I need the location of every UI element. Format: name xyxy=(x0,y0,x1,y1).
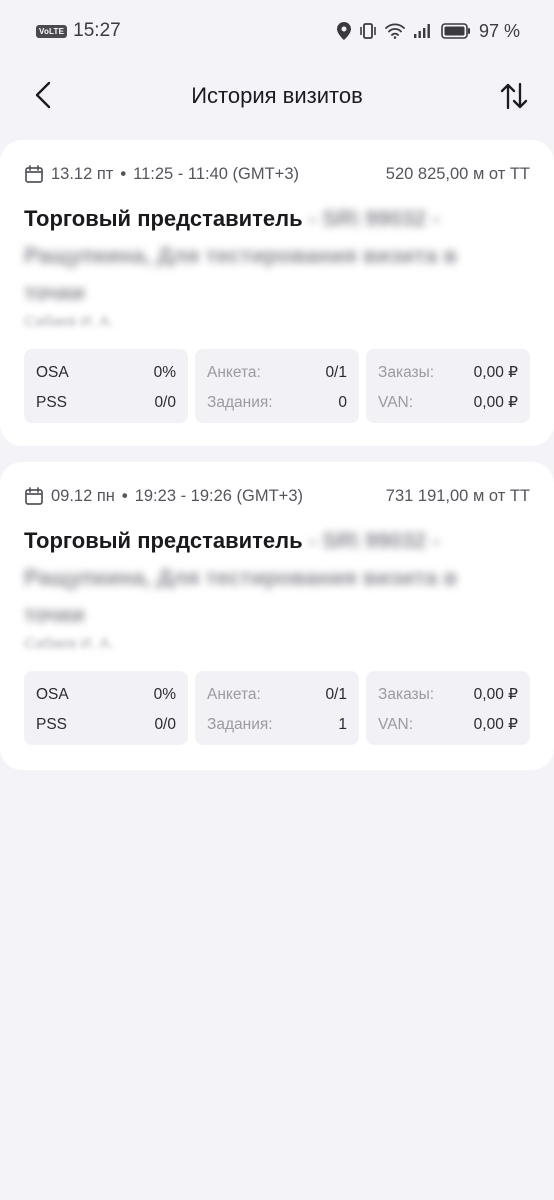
stat-label: PSS xyxy=(36,394,68,411)
stat-value: 0,00 ₽ xyxy=(473,686,518,703)
stat-value: 0/0 xyxy=(154,394,176,411)
visit-title: Торговый представитель - SR\ 99032 - Ращ… xyxy=(24,200,514,311)
back-button[interactable] xyxy=(26,78,60,112)
vibrate-icon xyxy=(359,22,377,40)
visit-card[interactable]: 09.12 пн • 19:23 - 19:26 (GMT+3) 731 191… xyxy=(0,462,554,770)
stat-label: Анкета: xyxy=(207,686,261,703)
stat-label: VAN: xyxy=(378,394,414,411)
status-bar: VoLTE 15:27 97 % xyxy=(0,0,554,62)
app-header: История визитов xyxy=(0,62,554,130)
stat-row-pss: PSS 0/0 xyxy=(36,388,176,418)
visit-card[interactable]: 13.12 пт • 11:25 - 11:40 (GMT+3) 520 825… xyxy=(0,140,554,446)
calendar-icon xyxy=(25,487,43,505)
visit-date-line: 09.12 пн • 19:23 - 19:26 (GMT+3) xyxy=(24,486,303,506)
calendar-icon xyxy=(25,165,43,183)
visit-agent-blurred: Сабаев И. А. xyxy=(24,635,114,652)
stat-row-osa: OSA 0% xyxy=(36,358,176,388)
stat-row-anketa: Анкета: 0/1 xyxy=(207,358,347,388)
battery-percent: 97 % xyxy=(478,20,520,41)
stat-value: 0,00 ₽ xyxy=(473,364,518,381)
stat-row-van: VAN: 0,00 ₽ xyxy=(378,710,518,740)
separator-dot: • xyxy=(120,164,127,183)
separator-dot: • xyxy=(121,486,128,505)
stat-row-zadaniya: Задания: 1 xyxy=(207,710,347,740)
stat-box-anketa-zadaniya: Анкета: 0/1 Задания: 0 xyxy=(195,349,359,423)
visit-role: Торговый представитель xyxy=(24,206,303,231)
stat-value: 0,00 ₽ xyxy=(473,394,518,411)
stat-value: 1 xyxy=(338,716,347,733)
chevron-left-icon xyxy=(35,81,51,109)
wifi-icon xyxy=(385,23,405,39)
stat-label: Заказы: xyxy=(378,686,435,703)
visit-time-range: 19:23 - 19:26 (GMT+3) xyxy=(134,486,303,505)
signal-icon xyxy=(413,23,433,39)
stat-row-zakazy: Заказы: 0,00 ₽ xyxy=(378,680,518,710)
stat-value: 0,00 ₽ xyxy=(473,716,518,733)
visit-agent-blurred: Сабаев И. А. xyxy=(24,313,114,330)
visit-distance: 520 825,00 м от ТТ xyxy=(385,164,530,183)
stat-label: Заказы: xyxy=(378,364,435,381)
stat-value: 0/1 xyxy=(325,686,347,703)
stat-box-zakazy-van: Заказы: 0,00 ₽ VAN: 0,00 ₽ xyxy=(366,349,530,423)
volte-badge: VoLTE xyxy=(36,24,68,38)
visit-card-header: 13.12 пт • 11:25 - 11:40 (GMT+3) 520 825… xyxy=(24,162,530,186)
status-time: 15:27 xyxy=(73,20,121,41)
visit-stats: OSA 0% PSS 0/0 Анкета: 0/1 Задания: 1 За… xyxy=(24,671,530,745)
stat-box-osa-pss: OSA 0% PSS 0/0 xyxy=(24,671,188,745)
stat-label: OSA xyxy=(36,686,69,703)
stat-label: OSA xyxy=(36,364,69,381)
stat-value: 0% xyxy=(153,364,176,381)
stat-label: Задания: xyxy=(207,394,273,411)
visit-distance: 731 191,00 м от ТТ xyxy=(385,486,530,505)
visit-title: Торговый представитель - SR\ 99032 - Ращ… xyxy=(24,522,514,633)
stat-label: PSS xyxy=(36,716,68,733)
stat-row-zadaniya: Задания: 0 xyxy=(207,388,347,418)
status-bar-left: VoLTE 15:27 xyxy=(36,20,121,42)
stat-row-anketa: Анкета: 0/1 xyxy=(207,680,347,710)
visit-role: Торговый представитель xyxy=(24,528,303,553)
stat-label: Анкета: xyxy=(207,364,261,381)
sort-arrows-icon xyxy=(500,82,528,110)
visit-date: 09.12 пн xyxy=(51,486,115,505)
battery-icon xyxy=(441,23,471,39)
sort-button[interactable] xyxy=(496,78,532,114)
page-title: История визитов xyxy=(191,83,363,108)
stat-value: 0/0 xyxy=(154,716,176,733)
visit-card-header: 09.12 пн • 19:23 - 19:26 (GMT+3) 731 191… xyxy=(24,484,530,508)
stat-value: 0 xyxy=(338,394,347,411)
visit-date: 13.12 пт xyxy=(51,164,114,183)
stat-box-anketa-zadaniya: Анкета: 0/1 Задания: 1 xyxy=(195,671,359,745)
visit-stats: OSA 0% PSS 0/0 Анкета: 0/1 Задания: 0 За… xyxy=(24,349,530,423)
stat-row-osa: OSA 0% xyxy=(36,680,176,710)
stat-value: 0/1 xyxy=(325,364,347,381)
location-pin-icon xyxy=(336,22,351,40)
stat-box-osa-pss: OSA 0% PSS 0/0 xyxy=(24,349,188,423)
stat-row-pss: PSS 0/0 xyxy=(36,710,176,740)
stat-box-zakazy-van: Заказы: 0,00 ₽ VAN: 0,00 ₽ xyxy=(366,671,530,745)
stat-value: 0% xyxy=(153,686,176,703)
stat-label: VAN: xyxy=(378,716,414,733)
stat-label: Задания: xyxy=(207,716,273,733)
status-bar-right: 97 % xyxy=(336,20,520,42)
visit-date-line: 13.12 пт • 11:25 - 11:40 (GMT+3) xyxy=(24,164,299,184)
stat-row-van: VAN: 0,00 ₽ xyxy=(378,388,518,418)
stat-row-zakazy: Заказы: 0,00 ₽ xyxy=(378,358,518,388)
visit-time-range: 11:25 - 11:40 (GMT+3) xyxy=(133,164,299,183)
